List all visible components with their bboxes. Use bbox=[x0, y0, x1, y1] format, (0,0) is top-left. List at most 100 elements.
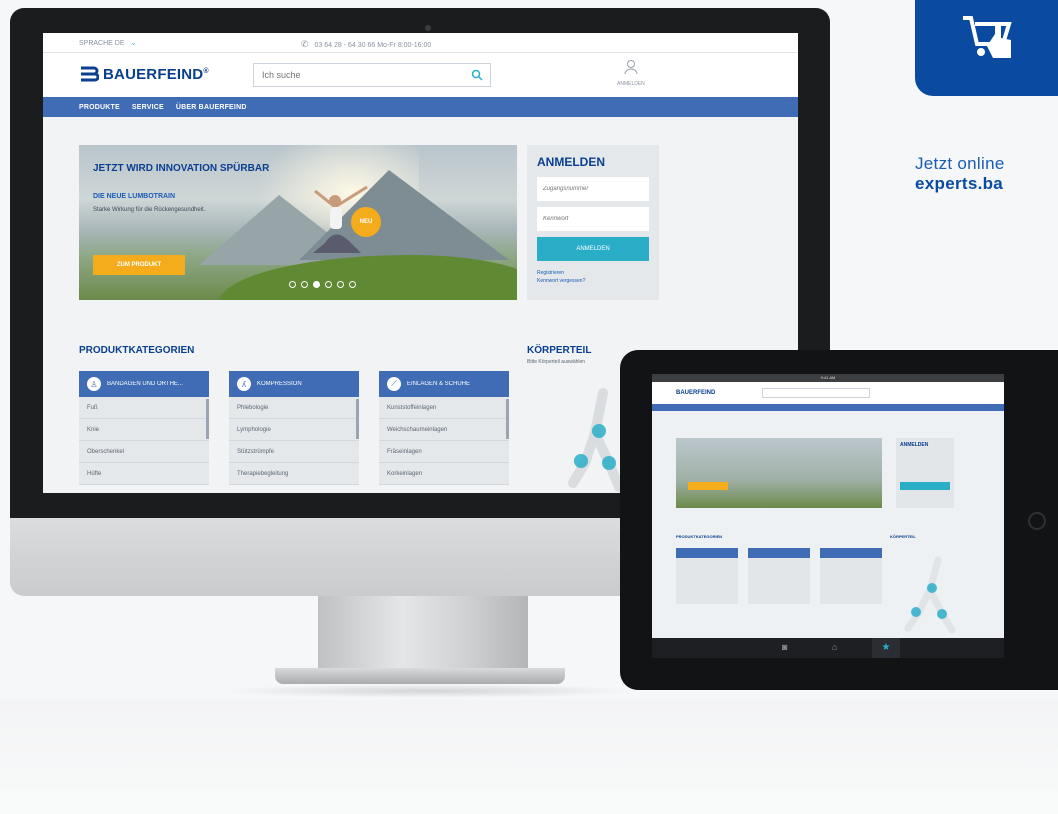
nav-item-produkte[interactable]: PRODUKTE bbox=[79, 104, 120, 111]
hero-subtitle: DIE NEUE LUMBOTRAIN bbox=[93, 193, 176, 200]
promo-link[interactable]: experts.ba bbox=[915, 174, 1005, 194]
imac-shadow bbox=[220, 684, 640, 698]
forgot-password-link[interactable]: Kennwort vergessen? bbox=[537, 277, 585, 285]
slider-dot[interactable] bbox=[325, 281, 332, 288]
category-column: ⟋ EINLAGEN & SCHUHE Kunststoffeinlagen W… bbox=[379, 371, 509, 485]
tablet-category-header[interactable] bbox=[676, 548, 738, 558]
category-item[interactable]: Fuß bbox=[79, 397, 209, 419]
category-header[interactable]: ʎ KOMPRESSION bbox=[229, 371, 359, 397]
tablet-category-header[interactable] bbox=[748, 548, 810, 558]
category-list: Kunststoffeinlagen Weichschaumeinlagen F… bbox=[379, 397, 509, 485]
scrollbar[interactable] bbox=[356, 399, 359, 439]
tablet-category-column bbox=[676, 548, 738, 604]
register-link[interactable]: Registrieren bbox=[537, 269, 585, 277]
logo-mark-icon bbox=[81, 66, 99, 82]
nav-item-service[interactable]: SERVICE bbox=[132, 104, 164, 111]
search-input[interactable] bbox=[254, 64, 454, 86]
category-item[interactable]: Hüfte bbox=[79, 463, 209, 485]
imac-foot bbox=[275, 668, 565, 684]
tablet-login-title: ANMELDEN bbox=[900, 442, 929, 448]
login-panel: ANMELDEN ANMELDEN Registrieren Kennwort … bbox=[527, 145, 659, 300]
category-item[interactable]: Knie bbox=[79, 419, 209, 441]
floor-reflection bbox=[0, 700, 1058, 814]
body-hotspot bbox=[911, 607, 921, 617]
hero-title: JETZT WIRD INNOVATION SPÜRBAR bbox=[93, 163, 270, 174]
language-select[interactable]: SPRACHE DE ⌄ bbox=[79, 39, 136, 47]
body-hotspot bbox=[602, 456, 616, 470]
category-column: ♙ BANDAGEN UND ORTHE... Fuß Knie Obersch… bbox=[79, 371, 209, 485]
hotline: ✆ 03 64 28 - 64 30 66 Mo-Fr 8:00-16:00 bbox=[301, 39, 431, 50]
nav-item-ueber[interactable]: ÜBER BAUERFEIND bbox=[176, 104, 247, 111]
to-product-button[interactable]: ZUM PRODUKT bbox=[93, 255, 185, 275]
category-header[interactable]: ⟋ EINLAGEN & SCHUHE bbox=[379, 371, 509, 397]
slider-dot[interactable] bbox=[337, 281, 344, 288]
leg-icon: ʎ bbox=[237, 377, 251, 391]
category-item[interactable]: Therapiebegleitung bbox=[229, 463, 359, 485]
tablet-body-figure[interactable] bbox=[902, 554, 962, 634]
star-icon[interactable]: ★ bbox=[872, 638, 900, 658]
login-button[interactable]: ANMELDEN bbox=[537, 237, 649, 261]
login-links: Registrieren Kennwort vergessen? bbox=[537, 269, 585, 285]
category-item[interactable]: Stützstrümpfe bbox=[229, 441, 359, 463]
bodypart-subtitle: Bitte Körperteil auswählen bbox=[527, 359, 586, 365]
new-badge: NEU bbox=[351, 207, 381, 237]
scrollbar[interactable] bbox=[506, 399, 509, 439]
search-icon[interactable] bbox=[471, 69, 483, 81]
category-item[interactable]: Korkeinlagen bbox=[379, 463, 509, 485]
promo-text: Jetzt online experts.ba bbox=[915, 154, 1005, 194]
category-item[interactable]: Lymphologie bbox=[229, 419, 359, 441]
slider-dot[interactable] bbox=[301, 281, 308, 288]
category-list: Fuß Knie Oberschenkel Hüfte bbox=[79, 397, 209, 485]
category-header[interactable]: ♙ BANDAGEN UND ORTHE... bbox=[79, 371, 209, 397]
imac-stand bbox=[318, 596, 528, 672]
logo-text: BAUERFEIND® bbox=[103, 65, 209, 83]
account-button[interactable]: ANMELDEN bbox=[617, 59, 645, 87]
tablet-search[interactable] bbox=[762, 388, 870, 398]
home-icon[interactable]: ⌂ bbox=[832, 642, 837, 652]
hero-banner[interactable]: JETZT WIRD INNOVATION SPÜRBAR DIE NEUE L… bbox=[79, 145, 517, 300]
bauerfeind-logo[interactable]: BAUERFEIND® bbox=[79, 65, 209, 83]
slider-dot-active[interactable] bbox=[313, 281, 320, 288]
tablet-login-panel: ANMELDEN bbox=[896, 438, 954, 508]
slider-dot[interactable] bbox=[289, 281, 296, 288]
scrollbar[interactable] bbox=[206, 399, 209, 439]
password-field[interactable] bbox=[537, 207, 649, 231]
access-number-field[interactable] bbox=[537, 177, 649, 201]
tablet-nav bbox=[652, 404, 1004, 411]
category-item[interactable]: Phlebologie bbox=[229, 397, 359, 419]
tablet-hero-button[interactable] bbox=[688, 482, 728, 490]
category-column: ʎ KOMPRESSION Phlebologie Lymphologie St… bbox=[229, 371, 359, 485]
body-hotspot bbox=[592, 424, 606, 438]
category-item[interactable]: Kunststoffeinlagen bbox=[379, 397, 509, 419]
categories-heading: PRODUKTKATEGORIEN bbox=[79, 345, 195, 356]
tablet-bodypart-title: KÖRPERTEIL bbox=[890, 534, 916, 539]
tablet-categories-heading: PRODUKTKATEGORIEN bbox=[676, 534, 723, 539]
tablet-dock: ◙ ⌂ ★ bbox=[652, 638, 1004, 658]
slider-dot[interactable] bbox=[349, 281, 356, 288]
category-title: EINLAGEN & SCHUHE bbox=[407, 381, 471, 387]
tablet-logo[interactable]: BAUERFEIND bbox=[676, 390, 715, 396]
account-label: ANMELDEN bbox=[617, 81, 645, 87]
camera-icon[interactable]: ◙ bbox=[782, 642, 787, 652]
cart-click-icon bbox=[963, 16, 1012, 58]
body-hotspot bbox=[574, 454, 588, 468]
category-item[interactable]: Oberschenkel bbox=[79, 441, 209, 463]
user-icon bbox=[624, 60, 638, 75]
tablet-login-button[interactable] bbox=[900, 482, 950, 490]
tablet-header: BAUERFEIND bbox=[652, 382, 1004, 404]
slider-dots bbox=[289, 281, 356, 288]
tablet-status-bar: 9:41 AM bbox=[652, 374, 1004, 382]
tablet-hero[interactable] bbox=[676, 438, 882, 508]
search-box[interactable] bbox=[253, 63, 491, 87]
top-bar: SPRACHE DE ⌄ ✆ 03 64 28 - 64 30 66 Mo-Fr 8… bbox=[43, 33, 798, 53]
shop-cart-badge bbox=[915, 0, 1058, 96]
category-item[interactable]: Weichschaumeinlagen bbox=[379, 419, 509, 441]
hotline-number: 03 64 28 - 64 30 66 Mo-Fr 8:00-16:00 bbox=[314, 42, 432, 49]
camera-dot bbox=[425, 25, 431, 31]
category-item[interactable]: Fräseinlagen bbox=[379, 441, 509, 463]
tablet-category-header[interactable] bbox=[820, 548, 882, 558]
ipad-home-button bbox=[1028, 512, 1046, 530]
login-title: ANMELDEN bbox=[537, 155, 605, 169]
tablet-category-column bbox=[820, 548, 882, 604]
promo-line1: Jetzt online bbox=[915, 154, 1005, 173]
